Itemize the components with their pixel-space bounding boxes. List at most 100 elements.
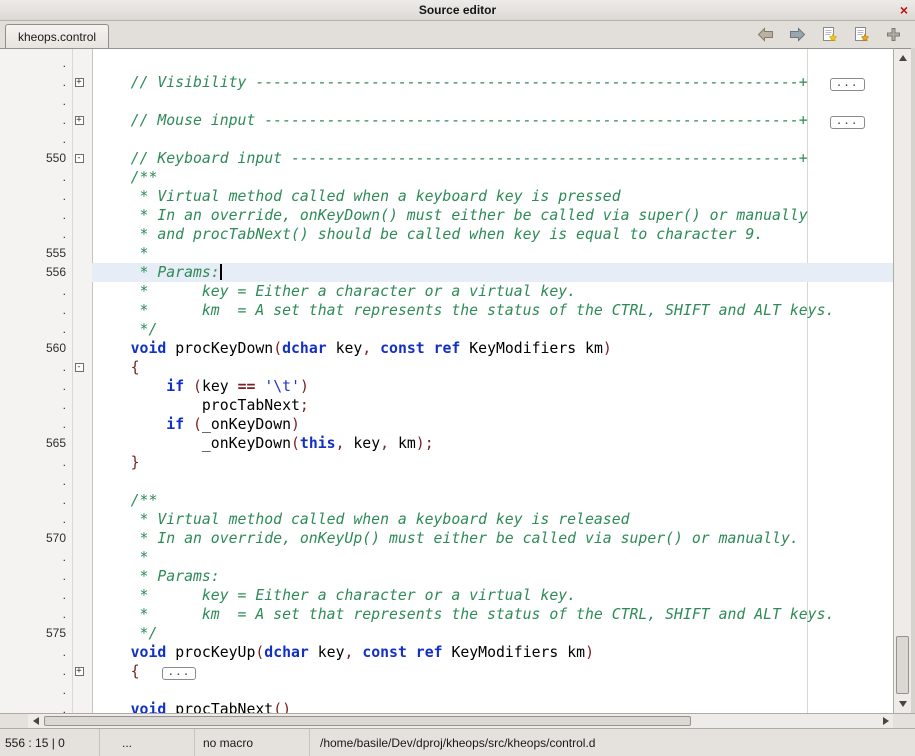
code-line[interactable]: void procKeyUp(dchar key, const ref KeyM… [92,643,893,662]
code-line[interactable]: // Mouse input -------------------------… [92,111,893,130]
code-line[interactable]: * [92,548,893,567]
gutter-line-dot: . [0,472,66,491]
code-token: ); [416,435,434,452]
collapsed-fold-indicator[interactable]: ... [830,116,865,129]
gutter-line-dot: . [0,73,66,92]
fold-expand-icon[interactable]: + [75,667,84,676]
code-token: dchar [264,644,309,661]
code-line[interactable]: // Visibility --------------------------… [92,73,893,92]
code-token: ref [434,340,461,357]
forward-button[interactable] [787,25,807,45]
code-line[interactable] [92,92,893,111]
fold-column [66,263,92,282]
scroll-right-button[interactable] [878,714,893,728]
code-token: procKeyDown [166,340,273,357]
code-line[interactable]: */ [92,624,893,643]
gutter-line-dot: . [0,377,66,396]
code-token: () [273,701,291,713]
scroll-down-icon [899,701,907,707]
code-line[interactable]: _onKeyDown(this, key, km); [92,434,893,453]
code-line[interactable] [92,54,893,73]
code-line[interactable]: * and procTabNext() should be called whe… [92,225,893,244]
horizontal-scrollbar[interactable] [28,713,893,728]
code-token: * km = A set that represents the status … [95,606,834,623]
collapsed-fold-indicator[interactable]: ... [830,78,865,91]
code-token: /** [95,492,157,509]
code-line[interactable]: // Keyboard input ----------------------… [92,149,893,168]
code-row: . if (_onKeyDown) [0,415,893,434]
gutter-line-number: 556 [0,263,66,282]
code-row: .+ {... [0,662,893,681]
gutter-line-dot: . [0,681,66,700]
code-token [255,378,264,395]
code-line[interactable] [92,472,893,491]
code-line[interactable]: {... [92,662,893,681]
code-line[interactable]: void procTabNext() [92,700,893,713]
collapsed-fold-indicator[interactable]: ... [162,667,197,680]
fold-collapse-icon[interactable]: - [75,363,84,372]
fold-column [66,453,92,472]
horizontal-scrollbar-thumb[interactable] [44,716,691,726]
code-token: * km = A set that represents the status … [95,302,834,319]
code-line[interactable]: * Virtual method called when a keyboard … [92,510,893,529]
code-line[interactable]: } [92,453,893,472]
scroll-left-button[interactable] [28,714,43,728]
fold-expand-icon[interactable]: + [75,78,84,87]
code-line[interactable]: { [92,358,893,377]
back-button[interactable] [755,25,775,45]
gutter-line-number: 555 [0,244,66,263]
code-line[interactable]: * km = A set that represents the status … [92,301,893,320]
fold-collapse-icon[interactable]: - [75,154,84,163]
code-token: key [327,340,363,357]
code-editor[interactable]: .. + // Visibility ----------------------… [0,48,893,713]
fold-expand-icon[interactable]: + [75,116,84,125]
window-titlebar[interactable]: Source editor × [0,0,915,21]
tab-kheops-control[interactable]: kheops.control [5,24,109,48]
code-token: * Virtual method called when a keyboard … [95,188,621,205]
code-line[interactable]: procTabNext; [92,396,893,415]
code-line[interactable] [92,130,893,149]
code-line[interactable] [92,681,893,700]
code-row: . [0,130,893,149]
code-token: * key = Either a character or a virtual … [95,587,576,604]
code-token: * Virtual method called when a keyboard … [95,511,630,528]
code-token: /** [95,169,157,186]
detach-button[interactable] [883,25,903,45]
code-line[interactable]: * Params: [92,263,893,282]
code-line[interactable]: if (key == '\t') [92,377,893,396]
back-icon [757,27,774,42]
gutter-line-dot: . [0,130,66,149]
code-line[interactable]: * In an override, onKeyDown() must eithe… [92,206,893,225]
vertical-scrollbar[interactable] [893,48,911,713]
code-line[interactable]: * [92,244,893,263]
vertical-scrollbar-thumb[interactable] [896,636,909,694]
code-line[interactable]: * km = A set that represents the status … [92,605,893,624]
code-token: * [95,245,148,262]
code-line[interactable]: void procKeyDown(dchar key, const ref Ke… [92,339,893,358]
code-token: * Params: [95,264,220,281]
close-button[interactable]: × [900,1,908,19]
code-row: . * key = Either a character or a virtua… [0,586,893,605]
code-token: ( [193,378,202,395]
code-line[interactable]: * Virtual method called when a keyboard … [92,187,893,206]
scroll-down-button[interactable] [894,696,911,712]
code-line[interactable]: * Params: [92,567,893,586]
code-token: '\t' [264,378,300,395]
code-token: { [95,663,140,680]
code-row: . + // Mouse input ----------------------… [0,111,893,130]
save-as-button[interactable] [851,25,871,45]
status-bar: 556 : 15 | 0 ... no macro /home/basile/D… [0,728,915,756]
code-line[interactable]: * key = Either a character or a virtual … [92,586,893,605]
gutter-line-dot: . [0,206,66,225]
scroll-up-button[interactable] [894,50,911,66]
code-line[interactable]: * key = Either a character or a virtual … [92,282,893,301]
code-line[interactable]: /** [92,168,893,187]
gutter-line-dot: . [0,111,66,130]
code-line[interactable]: */ [92,320,893,339]
save-button[interactable] [819,25,839,45]
code-line[interactable]: if (_onKeyDown) [92,415,893,434]
code-row: . * [0,548,893,567]
code-line[interactable]: * In an override, onKeyUp() must either … [92,529,893,548]
code-token: void [131,340,167,357]
code-line[interactable]: /** [92,491,893,510]
